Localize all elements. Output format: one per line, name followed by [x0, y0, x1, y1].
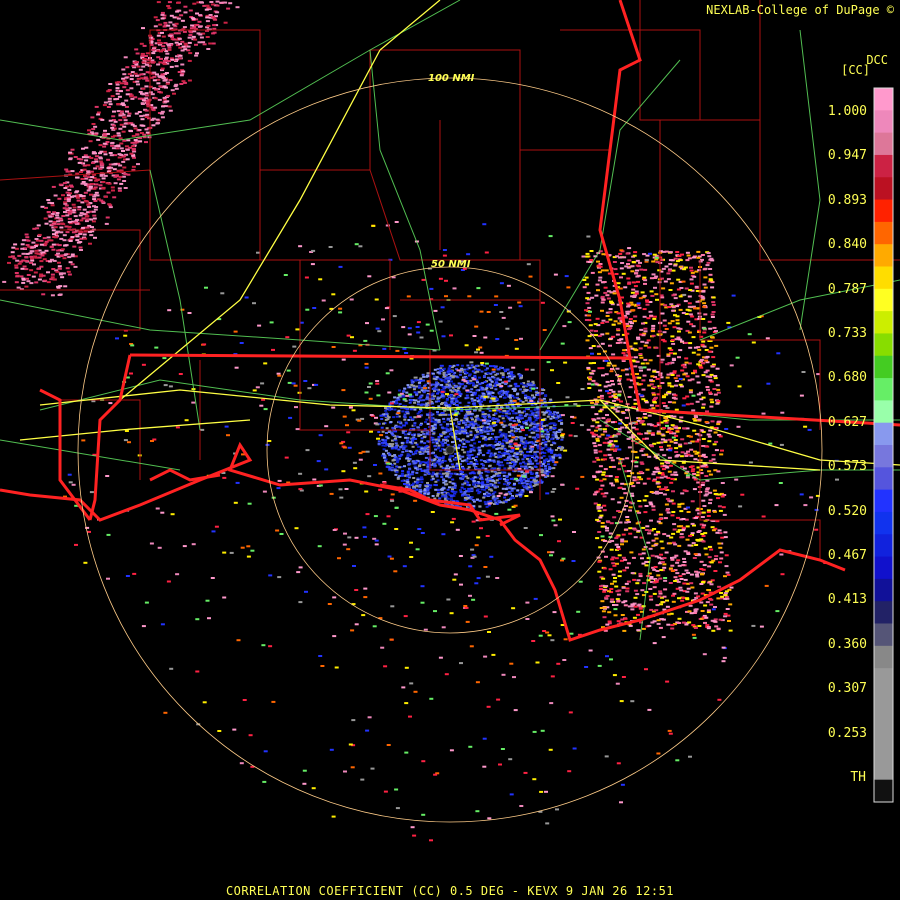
- legend-tick-label: 0.680: [827, 370, 867, 386]
- legend-swatch: [874, 355, 893, 379]
- footer-tilt: 0.5 DEG: [449, 884, 505, 898]
- legend-swatch: [874, 735, 893, 758]
- legend-tick-label: 0.467: [827, 548, 867, 563]
- legend-swatch: [874, 779, 893, 803]
- legend-swatch: [874, 266, 893, 290]
- legend-swatch: [874, 311, 893, 334]
- legend-tick-label: 1.000: [827, 104, 867, 119]
- legend-swatch: [874, 601, 893, 624]
- legend-swatch: [874, 467, 893, 491]
- legend-swatch: [874, 422, 893, 446]
- legend-tick-label: 0.947: [827, 148, 867, 164]
- radar-map[interactable]: 50 NMI 100 NMI: [0, 0, 900, 900]
- legend-swatch: [874, 511, 893, 535]
- legend-swatch: [874, 199, 893, 223]
- legend-swatch: [874, 757, 893, 781]
- legend-tick-label: 0.627: [827, 414, 867, 430]
- footer-separator: -: [511, 884, 520, 898]
- legend-tick-label: 0.573: [827, 459, 867, 475]
- legend-swatch: [874, 288, 893, 312]
- product-footer: CORRELATION COEFFICIENT (CC) 0.5 DEG - K…: [0, 884, 900, 898]
- legend-swatch: [874, 177, 893, 201]
- legend-swatch: [874, 132, 893, 156]
- legend-swatch: [874, 400, 893, 424]
- legend-tick-label: 0.253: [827, 725, 867, 741]
- legend-swatch: [874, 556, 893, 580]
- legend-swatch: [874, 578, 893, 602]
- legend-tick-label: 0.733: [827, 326, 867, 341]
- footer-site: KEVX: [527, 884, 559, 898]
- legend-swatch: [874, 88, 893, 111]
- legend-tick-label: 0.413: [827, 592, 867, 608]
- footer-product: CORRELATION COEFFICIENT (CC): [225, 884, 443, 898]
- legend-swatch: [874, 534, 893, 558]
- legend-swatch: [874, 623, 893, 647]
- legend-tick-label: 0.840: [827, 237, 867, 253]
- legend-color-bar: [873, 87, 894, 803]
- legend-swatch: [874, 244, 893, 267]
- credit-text: NEXLAB-College of DuPage ©: [706, 3, 894, 17]
- legend-swatch: [874, 645, 893, 669]
- legend-swatch: [874, 690, 893, 714]
- footer-datetime: 9 JAN 26 12:51: [565, 884, 675, 898]
- legend-swatch: [874, 221, 893, 245]
- legend-swatch: [874, 110, 893, 134]
- legend-swatch: [874, 378, 893, 401]
- legend-tick-label: TH: [850, 770, 866, 785]
- legend-units-label: [CC]: [841, 63, 870, 77]
- legend-swatch: [874, 712, 893, 736]
- legend-swatch: [874, 668, 893, 691]
- legend-tick-label: 0.893: [827, 192, 867, 208]
- range-ring-label-50: 50 NMI: [431, 259, 471, 270]
- legend-tick-label: 0.360: [827, 636, 867, 652]
- range-ring-label-100: 100 NMI: [428, 73, 475, 84]
- legend-tick-label: 0.520: [827, 503, 867, 519]
- legend-swatch: [874, 333, 893, 357]
- legend-tick-label: 0.307: [827, 681, 867, 697]
- legend-tick-label: 0.787: [827, 281, 867, 297]
- legend-swatch: [874, 489, 893, 513]
- legend-swatch: [874, 154, 893, 178]
- legend-swatch: [874, 445, 893, 468]
- radar-site-marker: [445, 445, 455, 455]
